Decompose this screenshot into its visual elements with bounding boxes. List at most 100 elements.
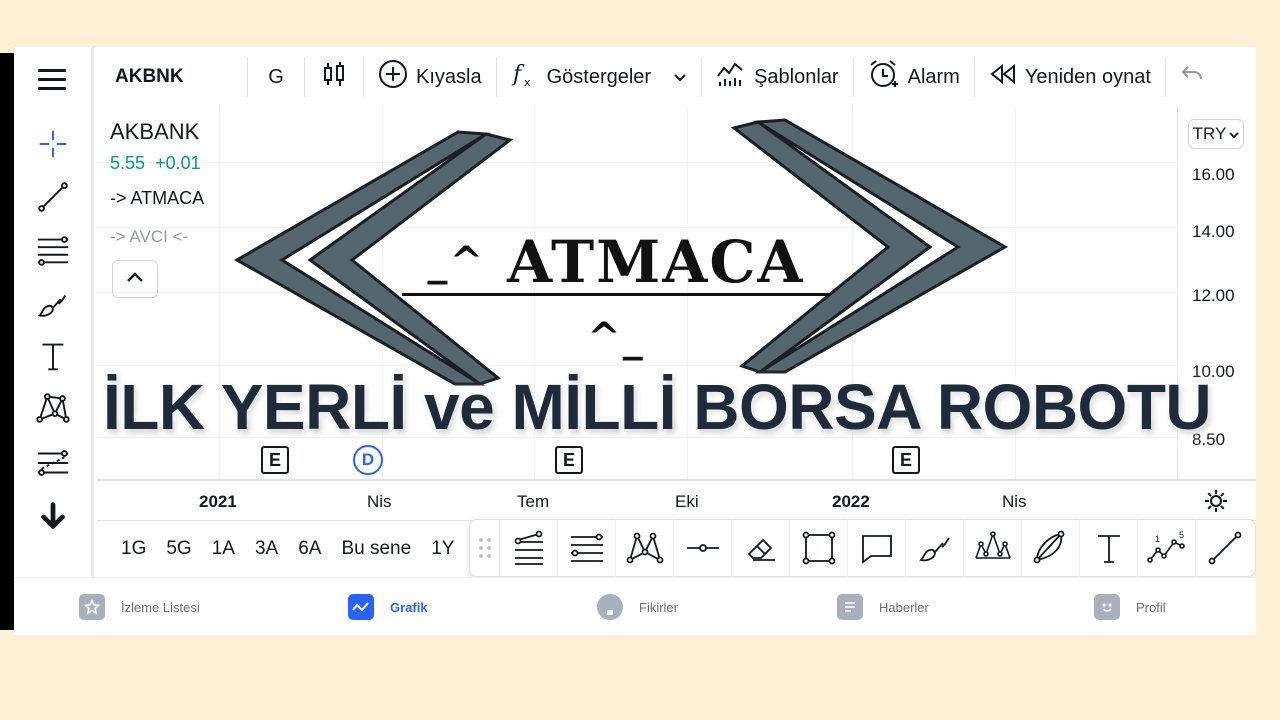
trend-line-icon[interactable] [1196, 519, 1254, 577]
chart-legend: AKBANK 5.55 +0.01 -> ATMACA -> AVCI <- [110, 119, 204, 247]
grid-line [219, 107, 220, 479]
lightbulb-icon [597, 594, 623, 620]
dividend-marker[interactable]: D [353, 445, 383, 475]
chart-pane[interactable]: AKBANK 5.55 +0.01 -> ATMACA -> AVCI <- E… [97, 107, 1177, 479]
wave-label: 1 [1155, 534, 1160, 544]
range-1m[interactable]: 1A [212, 538, 235, 560]
alarm-button[interactable]: Alarm [854, 47, 974, 107]
nav-profile[interactable]: Profil [1094, 594, 1166, 620]
left-black-bar [0, 53, 14, 630]
smiley-icon [1094, 594, 1120, 620]
text-icon[interactable] [32, 335, 74, 377]
undo-icon [1180, 64, 1212, 90]
crosshair-icon[interactable] [32, 123, 74, 165]
text-icon[interactable] [1080, 519, 1138, 577]
range-ytd[interactable]: Bu sene [341, 538, 411, 560]
price-label: 8.50 [1192, 430, 1226, 449]
undo-button[interactable] [1166, 47, 1226, 107]
settings-gear-icon[interactable] [1204, 489, 1228, 518]
indicator-avci[interactable]: -> AVCI <- [110, 227, 204, 247]
templates-label: Şablonlar [754, 65, 839, 88]
pattern-icon[interactable] [32, 387, 74, 429]
compare-label: Kıyasla [416, 65, 482, 88]
range-1d[interactable]: 1G [121, 538, 146, 560]
grid-line [852, 107, 853, 479]
templates-icon [716, 60, 754, 94]
range-6m[interactable]: 6A [298, 538, 321, 560]
grid-line [382, 107, 383, 479]
price-label: 14.00 [1192, 222, 1235, 241]
replay-button[interactable]: Yeniden oynat [975, 47, 1165, 107]
chart-type-button[interactable] [305, 47, 363, 107]
symbol-name: AKBANK [110, 119, 200, 144]
earnings-marker[interactable]: E [892, 446, 920, 474]
chevron-down-icon[interactable] [673, 66, 687, 89]
chart-line-icon [348, 594, 374, 620]
newspaper-icon [837, 594, 863, 620]
last-price: 5.55 [110, 153, 146, 173]
callout-icon[interactable] [848, 519, 906, 577]
range-1y[interactable]: 1Y [431, 538, 454, 560]
candlestick-icon [322, 60, 346, 94]
indicator-atmaca[interactable]: -> ATMACA [110, 188, 204, 209]
indicators-label: Göstergeler [546, 65, 652, 88]
nav-chart[interactable]: Grafik [348, 594, 428, 620]
drawing-toolbar: 15 [469, 519, 1256, 577]
head-shoulders-icon[interactable] [964, 519, 1022, 577]
time-label: 2022 [832, 492, 870, 511]
price-axis[interactable]: TRY 16.00 14.00 12.00 10.00 8.50 [1177, 107, 1256, 479]
top-toolbar: AKBNK G Kıyasla fx Göstergeler Şablonlar [97, 47, 1256, 107]
collapse-legend-button[interactable] [112, 260, 158, 298]
bottom-navigation: İzleme Listesi Grafik Fikirler Haberler … [14, 577, 1256, 635]
eraser-icon[interactable] [732, 519, 790, 577]
brush-icon[interactable] [32, 283, 74, 325]
alarm-label: Alarm [907, 65, 960, 88]
trend-line-icon[interactable] [32, 176, 74, 218]
svg-text:f: f [511, 62, 525, 87]
time-axis[interactable]: 2021 Nis Tem Eki 2022 Nis [97, 479, 1256, 521]
earnings-marker[interactable]: E [555, 446, 583, 474]
fx-icon: fx [511, 59, 547, 95]
compare-button[interactable]: Kıyasla [364, 47, 496, 107]
rewind-icon [989, 63, 1025, 91]
nav-label: Grafik [390, 599, 428, 615]
time-label: Nis [367, 492, 392, 511]
nav-ideas[interactable]: Fikirler [597, 594, 678, 620]
grid-line [687, 107, 688, 479]
parallel-lines-icon[interactable] [558, 519, 616, 577]
chevron-down-icon [1226, 124, 1239, 144]
chevron-up-icon [126, 270, 144, 288]
nav-news[interactable]: Haberler [837, 594, 929, 620]
nav-label: Haberler [879, 599, 929, 615]
replay-label: Yeniden oynat [1024, 65, 1151, 88]
elliott-wave-icon[interactable]: 15 [1138, 519, 1196, 577]
templates-button[interactable]: Şablonlar [702, 47, 853, 107]
price-label: 10.00 [1192, 362, 1235, 381]
range-3m[interactable]: 3A [255, 538, 278, 560]
range-5d[interactable]: 5G [166, 538, 191, 560]
price-change: 5.55 +0.01 [110, 153, 204, 174]
indicators-button[interactable]: fx Göstergeler [497, 47, 702, 107]
xabcd-icon[interactable] [616, 519, 674, 577]
menu-icon[interactable] [38, 69, 66, 90]
arc-icon[interactable] [1022, 519, 1080, 577]
earnings-marker[interactable]: E [261, 446, 289, 474]
symbol-search[interactable]: AKBNK [97, 47, 247, 107]
brush-icon[interactable] [906, 519, 964, 577]
horizontal-ray-icon[interactable] [674, 519, 732, 577]
nav-label: İzleme Listesi [121, 599, 200, 615]
plus-circle-icon [378, 59, 416, 95]
interval-button[interactable]: G [248, 47, 304, 107]
prediction-icon[interactable] [32, 442, 74, 484]
arrow-down-icon[interactable] [32, 495, 74, 537]
alarm-clock-icon [868, 58, 908, 96]
rectangle-icon[interactable] [790, 519, 848, 577]
fib-icon[interactable] [32, 229, 74, 271]
fib-retrace-icon[interactable] [500, 519, 558, 577]
left-toolbar [14, 47, 94, 577]
change-value: +0.01 [155, 153, 201, 173]
nav-watchlist[interactable]: İzleme Listesi [79, 594, 200, 620]
currency-select[interactable]: TRY [1188, 119, 1244, 149]
drag-handle-icon[interactable] [470, 519, 500, 577]
nav-label: Fikirler [639, 599, 678, 615]
